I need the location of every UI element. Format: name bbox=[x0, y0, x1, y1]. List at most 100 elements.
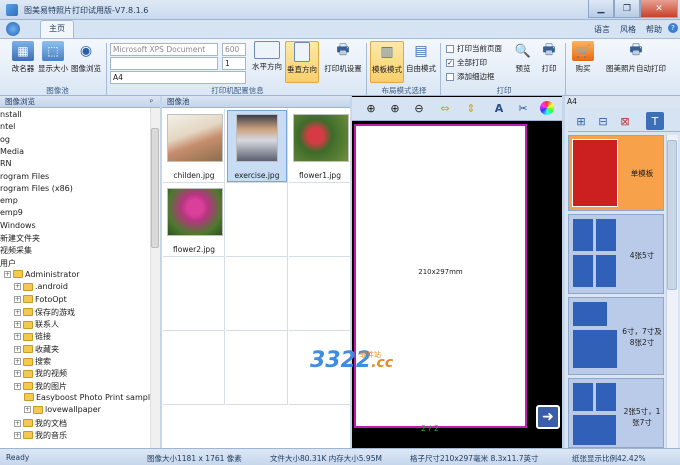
buy-button[interactable]: 🛒 购买 bbox=[570, 41, 596, 74]
tree-item[interactable]: + 链接 bbox=[14, 331, 51, 342]
next-page-button[interactable]: ➜ bbox=[536, 405, 560, 429]
color-wheel-icon[interactable] bbox=[538, 99, 556, 117]
swap-horizontal-icon[interactable]: ⇔ bbox=[436, 99, 454, 117]
tree-item[interactable]: + .android bbox=[14, 282, 68, 291]
tree-item[interactable]: + FotoOpt bbox=[14, 295, 67, 304]
help-icon[interactable]: ? bbox=[668, 23, 678, 33]
tree-item[interactable]: + 我的文档 bbox=[14, 418, 67, 429]
minimize-button[interactable]: ▁ bbox=[588, 0, 614, 18]
expand-icon[interactable]: + bbox=[14, 283, 21, 291]
tree-item[interactable]: + 我的图片 bbox=[14, 381, 67, 392]
tree-item[interactable]: 新建文件夹 bbox=[0, 233, 40, 244]
image-cell[interactable]: flower2.jpg bbox=[163, 183, 225, 257]
print-all-checkbox[interactable]: ✓ 全部打印 bbox=[446, 57, 487, 68]
template-scrollbar-thumb[interactable] bbox=[667, 140, 677, 290]
tree-item[interactable]: + 我的视频 bbox=[14, 368, 67, 379]
thumbnail-children bbox=[167, 114, 223, 162]
tree-item[interactable]: + 保存的游戏 bbox=[14, 307, 75, 318]
edit-template-icon[interactable]: ⊟ bbox=[594, 112, 612, 130]
tree-item[interactable]: Media bbox=[0, 147, 24, 156]
tree-item[interactable]: + 联系人 bbox=[14, 319, 59, 330]
tree-item[interactable]: rogram Files bbox=[0, 172, 49, 181]
tree-item[interactable]: + 搜索 bbox=[14, 356, 51, 367]
zoom-in-icon[interactable]: ⊕ bbox=[362, 99, 380, 117]
expand-icon[interactable]: + bbox=[14, 419, 21, 427]
tree-item-label: emp9 bbox=[0, 208, 23, 218]
expand-icon[interactable]: + bbox=[14, 333, 21, 341]
print-current-checkbox[interactable]: 打印当前页面 bbox=[446, 43, 502, 54]
tree-item[interactable]: rogram Files (x86) bbox=[0, 184, 73, 193]
zoom-fit-icon[interactable]: ⊕ bbox=[386, 99, 404, 117]
expand-icon[interactable]: + bbox=[24, 406, 31, 414]
quick-access-icon[interactable] bbox=[6, 22, 20, 36]
scissors-icon[interactable]: ✂ bbox=[514, 99, 532, 117]
swap-vertical-icon[interactable]: ⇕ bbox=[462, 99, 480, 117]
portrait-icon bbox=[294, 42, 310, 62]
printer-settings-button[interactable]: 🖶 打印机设置 bbox=[322, 41, 364, 74]
free-mode-button[interactable]: ▤ 自由模式 bbox=[404, 41, 438, 74]
image-cell[interactable]: flower1.jpg bbox=[289, 109, 351, 183]
paper-size-select[interactable]: A4 bbox=[110, 71, 246, 84]
template-single-label: 单模板 bbox=[630, 169, 654, 178]
browse-button[interactable]: ◉ 图像浏览 bbox=[70, 41, 102, 74]
expand-icon[interactable]: + bbox=[14, 431, 21, 439]
expand-icon[interactable]: + bbox=[14, 382, 21, 390]
expand-icon[interactable]: + bbox=[14, 358, 21, 365]
tree-item[interactable]: nstall bbox=[0, 110, 22, 119]
rename-button[interactable]: ▦ 改名器 bbox=[8, 41, 38, 74]
zoom-out-icon[interactable]: ⊖ bbox=[410, 99, 428, 117]
tree-item-label: Media bbox=[0, 146, 25, 156]
help-menu[interactable]: 帮助 bbox=[646, 24, 662, 35]
close-button[interactable]: ✕ bbox=[640, 0, 678, 18]
restore-button[interactable]: ❐ bbox=[614, 0, 640, 18]
folder-tree[interactable]: nstall ntel og Media RN rogram Files rogram Fi… bbox=[0, 108, 160, 448]
expand-icon[interactable]: + bbox=[14, 370, 21, 378]
tree-item[interactable]: Easyboost Photo Print samples bbox=[24, 393, 159, 402]
style-menu[interactable]: 风格 bbox=[620, 24, 636, 35]
image-cell[interactable]: childen.jpg bbox=[163, 109, 225, 183]
tree-item[interactable]: 用户 bbox=[0, 258, 16, 269]
checkbox-box bbox=[446, 44, 454, 53]
print-button[interactable]: 🖶 打印 bbox=[536, 41, 562, 74]
tree-item[interactable]: RN bbox=[0, 159, 12, 168]
tree-item[interactable]: emp9 bbox=[0, 208, 23, 217]
print-page[interactable] bbox=[354, 124, 527, 428]
text-icon[interactable]: A bbox=[490, 99, 508, 117]
paper-source-select[interactable] bbox=[110, 57, 218, 70]
expand-icon[interactable]: + bbox=[14, 321, 21, 329]
image-cell-selected[interactable]: exercise.jpg bbox=[226, 109, 288, 183]
add-template-icon[interactable]: ⊞ bbox=[572, 112, 590, 130]
tree-item[interactable]: Windows bbox=[0, 221, 36, 230]
preview-button[interactable]: 🔍 预览 bbox=[510, 41, 536, 74]
tree-item[interactable]: + lovewallpaper bbox=[24, 405, 101, 414]
expand-icon[interactable]: + bbox=[14, 295, 21, 303]
tree-item[interactable]: 视频采集 bbox=[0, 245, 32, 256]
portrait-button[interactable]: 垂直方向 bbox=[285, 41, 319, 83]
tree-item-label: lovewallpaper bbox=[45, 405, 101, 415]
tree-item[interactable]: + Administrator bbox=[4, 270, 80, 279]
rename-icon: ▦ bbox=[12, 41, 34, 61]
tree-scrollbar-thumb[interactable] bbox=[151, 128, 159, 248]
tab-main[interactable]: 主页 bbox=[40, 20, 74, 38]
dpi-field[interactable]: 600 bbox=[222, 43, 246, 56]
expand-icon[interactable]: + bbox=[4, 270, 11, 278]
tree-item[interactable]: ntel bbox=[0, 122, 15, 131]
add-border-checkbox[interactable]: 添加细边框 bbox=[446, 71, 495, 82]
template-mode-button[interactable]: ▥ 模板模式 bbox=[370, 41, 404, 83]
landscape-button[interactable]: 水平方向 bbox=[250, 41, 284, 72]
copies-stepper[interactable]: 1 bbox=[222, 57, 246, 70]
delete-template-icon[interactable]: ⊠ bbox=[616, 112, 634, 130]
language-menu[interactable]: 语言 bbox=[594, 24, 610, 35]
expand-icon[interactable]: + bbox=[14, 345, 21, 353]
tree-item[interactable]: og bbox=[0, 135, 10, 144]
tree-item[interactable]: + 收藏夹 bbox=[14, 344, 59, 355]
auto-print-button[interactable]: 🖶 图美照片自动打印 bbox=[596, 41, 676, 74]
show-size-button[interactable]: ⬚ 显示大小 bbox=[37, 41, 69, 74]
expand-icon[interactable]: + bbox=[14, 308, 21, 316]
tree-item[interactable]: + 我的音乐 bbox=[14, 430, 67, 441]
pin-icon[interactable]: ᵖ bbox=[150, 98, 153, 106]
printer-select[interactable]: Microsoft XPS Document Writer bbox=[110, 43, 218, 65]
tree-item[interactable]: emp bbox=[0, 196, 18, 205]
template-slot bbox=[595, 218, 617, 252]
text-template-icon[interactable]: T bbox=[646, 112, 664, 130]
